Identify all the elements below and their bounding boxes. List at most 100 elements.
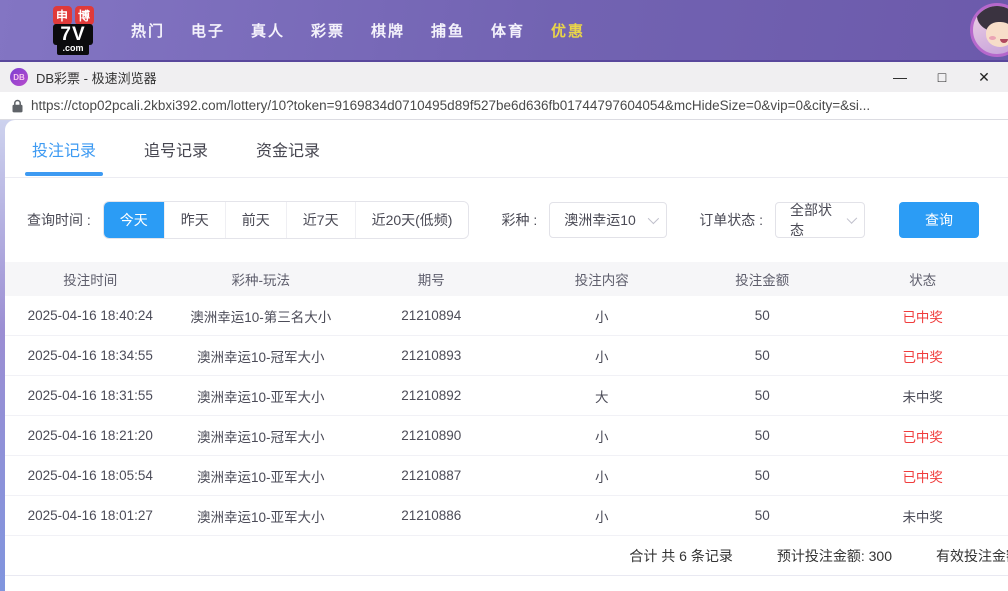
lottery-filter-label: 彩种 : xyxy=(501,210,537,230)
cell-bet-time: 2025-04-16 18:31:55 xyxy=(5,388,176,403)
close-icon[interactable]: ✕ xyxy=(976,69,992,85)
cell-game-play: 澳洲幸运10-亚军大小 xyxy=(176,506,347,526)
cell-game-play: 澳洲幸运10-亚军大小 xyxy=(176,466,347,486)
nav-item-6[interactable]: 体育 xyxy=(478,20,538,41)
time-option-4[interactable]: 近20天(低频) xyxy=(355,202,469,238)
window-title: DB彩票 - 极速浏览器 xyxy=(36,68,892,87)
minimize-icon[interactable]: — xyxy=(892,69,908,85)
avatar-blush xyxy=(989,36,996,40)
cell-game-play: 澳洲幸运10-冠军大小 xyxy=(176,346,347,366)
nav-item-4[interactable]: 棋牌 xyxy=(358,20,418,41)
cell-bet-amount: 50 xyxy=(687,348,837,363)
nav-item-3[interactable]: 彩票 xyxy=(298,20,358,41)
maximize-icon[interactable]: □ xyxy=(934,69,950,85)
cell-game-play: 澳洲幸运10-第三名大小 xyxy=(176,306,347,326)
chevron-down-icon xyxy=(847,213,858,224)
content-card: 投注记录 追号记录 资金记录 查询时间 : 今天昨天前天近7天近20天(低频) 彩种… xyxy=(5,120,1008,591)
site-logo[interactable]: 申 博 7V .com xyxy=(46,6,100,55)
col-header-issue: 期号 xyxy=(346,269,517,289)
cell-status: 已中奖 xyxy=(837,346,1008,366)
cell-bet-amount: 50 xyxy=(687,388,837,403)
cell-issue: 21210886 xyxy=(346,508,517,523)
time-option-1[interactable]: 昨天 xyxy=(164,202,225,238)
col-header-status: 状态 xyxy=(837,269,1008,289)
cell-bet-content: 小 xyxy=(517,426,688,446)
cell-issue: 21210890 xyxy=(346,428,517,443)
logo-square-bo: 博 xyxy=(75,6,94,25)
cell-game-play: 澳洲幸运10-冠军大小 xyxy=(176,426,347,446)
browser-title-bar: DB DB彩票 - 极速浏览器 — □ ✕ xyxy=(0,60,1008,92)
nav-item-0[interactable]: 热门 xyxy=(118,20,178,41)
lottery-select[interactable]: 澳洲幸运10 xyxy=(549,202,667,238)
cell-status: 未中奖 xyxy=(837,386,1008,406)
avatar-face xyxy=(986,22,1008,47)
cell-bet-amount: 50 xyxy=(687,468,837,483)
cell-bet-content: 小 xyxy=(517,306,688,326)
cell-bet-amount: 50 xyxy=(687,308,837,323)
cell-status: 已中奖 xyxy=(837,306,1008,326)
table-row: 2025-04-16 18:40:24澳洲幸运10-第三名大小21210894小… xyxy=(5,296,1008,336)
col-header-bet-time: 投注时间 xyxy=(5,269,176,289)
filter-bar: 查询时间 : 今天昨天前天近7天近20天(低频) 彩种 : 澳洲幸运10 订单状… xyxy=(5,178,1008,262)
tab-1[interactable]: 追号记录 xyxy=(144,137,208,161)
search-button[interactable]: 查询 xyxy=(899,202,979,238)
cell-bet-amount: 50 xyxy=(687,428,837,443)
cell-bet-time: 2025-04-16 18:40:24 xyxy=(5,308,176,323)
cell-bet-content: 小 xyxy=(517,466,688,486)
time-filter-label: 查询时间 : xyxy=(27,210,91,230)
tab-0[interactable]: 投注记录 xyxy=(32,137,96,161)
order-status-select[interactable]: 全部状态 xyxy=(775,202,865,238)
logo-squares: 申 博 xyxy=(53,6,94,25)
summary-total: 合计 共 6 条记录 xyxy=(629,546,732,566)
summary-expected-amount: 预计投注金额: 300 xyxy=(777,546,892,566)
browser-app-icon: DB xyxy=(10,68,28,86)
chevron-down-icon xyxy=(648,213,659,224)
table-row: 2025-04-16 18:31:55澳洲幸运10-亚军大小21210892大5… xyxy=(5,376,1008,416)
nav-item-1[interactable]: 电子 xyxy=(178,20,238,41)
url-bar[interactable]: https://ctop02pcali.2kbxi392.com/lottery… xyxy=(0,92,1008,120)
logo-7v: 7V xyxy=(53,24,92,45)
cell-issue: 21210892 xyxy=(346,388,517,403)
time-filter-group: 今天昨天前天近7天近20天(低频) xyxy=(103,201,470,239)
cell-bet-time: 2025-04-16 18:34:55 xyxy=(5,348,176,363)
tab-2[interactable]: 资金记录 xyxy=(256,137,320,161)
col-header-bet-amount: 投注金额 xyxy=(687,269,837,289)
cell-issue: 21210887 xyxy=(346,468,517,483)
nav-item-2[interactable]: 真人 xyxy=(238,20,298,41)
user-avatar[interactable] xyxy=(970,3,1008,57)
table-body: 2025-04-16 18:40:24澳洲幸运10-第三名大小21210894小… xyxy=(5,296,1008,536)
summary-row: 合计 共 6 条记录 预计投注金额: 300 有效投注金额 xyxy=(5,536,1008,576)
table-header: 投注时间 彩种-玩法 期号 投注内容 投注金额 状态 xyxy=(5,262,1008,296)
table-row: 2025-04-16 18:05:54澳洲幸运10-亚军大小21210887小5… xyxy=(5,456,1008,496)
cell-bet-time: 2025-04-16 18:21:20 xyxy=(5,428,176,443)
table-row: 2025-04-16 18:34:55澳洲幸运10-冠军大小21210893小5… xyxy=(5,336,1008,376)
cell-status: 未中奖 xyxy=(837,506,1008,526)
time-option-0[interactable]: 今天 xyxy=(104,202,164,238)
cell-issue: 21210894 xyxy=(346,308,517,323)
cell-bet-time: 2025-04-16 18:05:54 xyxy=(5,468,176,483)
top-nav-items: 热门电子真人彩票棋牌捕鱼体育优惠 xyxy=(118,20,598,41)
cell-status: 已中奖 xyxy=(837,426,1008,446)
lock-icon xyxy=(12,99,23,113)
cell-issue: 21210893 xyxy=(346,348,517,363)
nav-item-7[interactable]: 优惠 xyxy=(538,20,598,41)
lottery-select-value: 澳洲幸运10 xyxy=(564,210,636,230)
time-option-3[interactable]: 近7天 xyxy=(286,202,355,238)
cell-bet-time: 2025-04-16 18:01:27 xyxy=(5,508,176,523)
order-status-label: 订单状态 : xyxy=(699,210,763,230)
col-header-game-play: 彩种-玩法 xyxy=(176,269,347,289)
summary-valid-amount: 有效投注金额 xyxy=(936,546,1008,566)
page-background: 投注记录 追号记录 资金记录 查询时间 : 今天昨天前天近7天近20天(低频) 彩种… xyxy=(0,120,1008,591)
cell-bet-content: 小 xyxy=(517,506,688,526)
cell-bet-content: 小 xyxy=(517,346,688,366)
time-option-2[interactable]: 前天 xyxy=(225,202,286,238)
cell-bet-amount: 50 xyxy=(687,508,837,523)
window-controls: — □ ✕ xyxy=(892,69,992,85)
cell-status: 已中奖 xyxy=(837,466,1008,486)
nav-item-5[interactable]: 捕鱼 xyxy=(418,20,478,41)
col-header-bet-content: 投注内容 xyxy=(517,269,688,289)
cell-game-play: 澳洲幸运10-亚军大小 xyxy=(176,386,347,406)
logo-com: .com xyxy=(57,43,88,55)
table-row: 2025-04-16 18:21:20澳洲幸运10-冠军大小21210890小5… xyxy=(5,416,1008,456)
url-text: https://ctop02pcali.2kbxi392.com/lottery… xyxy=(31,98,870,113)
